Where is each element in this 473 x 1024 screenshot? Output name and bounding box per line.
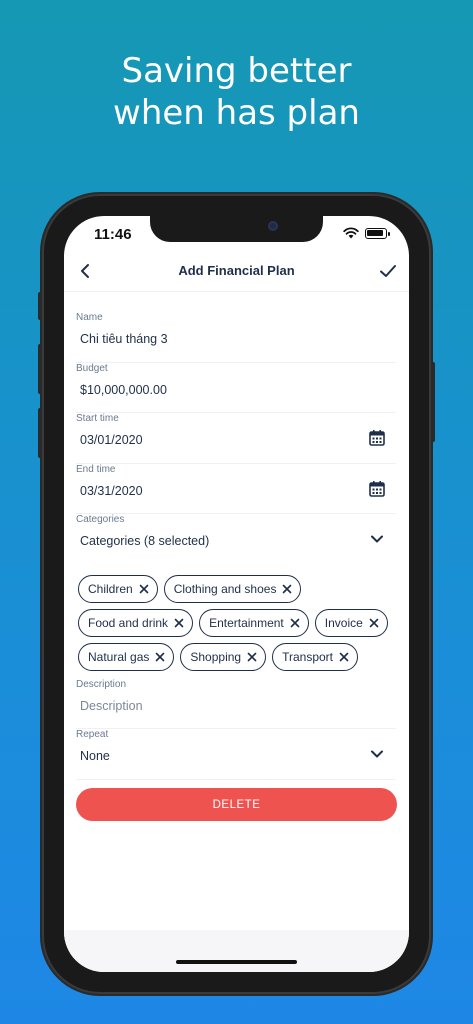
promo-line-1: Saving better [121, 51, 352, 91]
remove-icon[interactable] [282, 584, 292, 594]
remove-icon[interactable] [369, 618, 379, 628]
nav-bar: Add Financial Plan [64, 250, 409, 292]
category-chip[interactable]: Transport [272, 642, 358, 671]
category-chip-label: Clothing and shoes [173, 581, 277, 596]
wifi-icon [343, 227, 359, 239]
category-chip-label: Natural gas [88, 649, 150, 664]
category-chip[interactable]: Natural gas [78, 642, 175, 671]
name-field[interactable]: Name Chi tiêu tháng 3 [76, 312, 396, 363]
category-chip[interactable]: Entertainment [199, 608, 309, 637]
category-chip[interactable]: Food and drink [78, 608, 194, 637]
volume-down-button [38, 408, 42, 458]
calendar-icon[interactable] [368, 480, 386, 498]
app-screen: 11:46 Add Financial Plan Name Chi tiêu t [64, 216, 409, 972]
end-time-label: End time [76, 463, 116, 475]
chevron-down-icon[interactable] [370, 534, 384, 544]
category-chip[interactable]: Clothing and shoes [163, 574, 302, 603]
remove-icon[interactable] [247, 652, 257, 662]
categories-label: Categories [76, 514, 125, 525]
camera-icon [268, 221, 278, 231]
remove-icon[interactable] [290, 618, 300, 628]
description-label: Description [76, 678, 127, 690]
category-chip-label: Invoice [324, 615, 363, 630]
end-time-input[interactable]: 03/31/2020 [80, 484, 143, 498]
start-time-field[interactable]: Start time 03/01/2020 [76, 413, 396, 464]
home-indicator[interactable] [176, 960, 297, 964]
category-chip-label: Shopping [190, 649, 242, 664]
categories-select[interactable]: Categories (8 selected) [80, 534, 209, 548]
financial-plan-form: Name Chi tiêu tháng 3 Budget $10,000,000… [76, 312, 396, 780]
name-input[interactable]: Chi tiêu tháng 3 [80, 332, 168, 346]
battery-icon [365, 227, 390, 239]
category-chip[interactable]: Invoice [314, 608, 388, 637]
page-title: Add Financial Plan [178, 263, 295, 278]
description-input[interactable]: Description [80, 699, 143, 713]
categories-field[interactable]: Categories Categories (8 selected) [76, 514, 396, 565]
category-chip-label: Entertainment [209, 615, 284, 630]
category-chip-label: Food and drink [88, 615, 169, 630]
budget-label: Budget [76, 362, 108, 374]
selected-categories: Children Clothing and shoes Food and drink… [76, 565, 396, 675]
category-chip[interactable]: Shopping [180, 642, 267, 671]
remove-icon[interactable] [155, 652, 165, 662]
category-chip[interactable]: Children [78, 574, 158, 603]
promo-line-2: when has plan [113, 93, 360, 133]
remove-icon[interactable] [339, 652, 349, 662]
volume-up-button [38, 344, 42, 394]
status-time: 11:46 [94, 226, 132, 243]
description-field[interactable]: Description Description [76, 678, 396, 729]
start-time-label: Start time [76, 413, 119, 424]
check-icon[interactable] [377, 260, 399, 282]
delete-button[interactable]: DELETE [76, 788, 397, 821]
remove-icon[interactable] [139, 584, 149, 594]
mute-switch [38, 292, 42, 320]
power-button [431, 362, 435, 442]
notch [150, 216, 323, 242]
calendar-icon[interactable] [368, 429, 386, 447]
status-icons [343, 227, 390, 239]
repeat-field[interactable]: Repeat None [76, 729, 396, 780]
repeat-select[interactable]: None [80, 749, 110, 763]
category-chip-label: Transport [282, 649, 333, 664]
budget-input[interactable]: $10,000,000.00 [80, 383, 167, 397]
promo-headline: Saving better when has plan [0, 50, 473, 134]
repeat-label: Repeat [76, 729, 109, 740]
phone-frame: 11:46 Add Financial Plan Name Chi tiêu t [38, 194, 435, 994]
budget-field[interactable]: Budget $10,000,000.00 [76, 362, 396, 413]
category-chip-label: Children [88, 581, 133, 596]
end-time-field[interactable]: End time 03/31/2020 [76, 463, 396, 514]
start-time-input[interactable]: 03/01/2020 [80, 433, 143, 447]
name-label: Name [76, 312, 103, 323]
bottom-safe-area [64, 930, 409, 972]
remove-icon[interactable] [174, 618, 184, 628]
chevron-down-icon[interactable] [370, 749, 384, 759]
